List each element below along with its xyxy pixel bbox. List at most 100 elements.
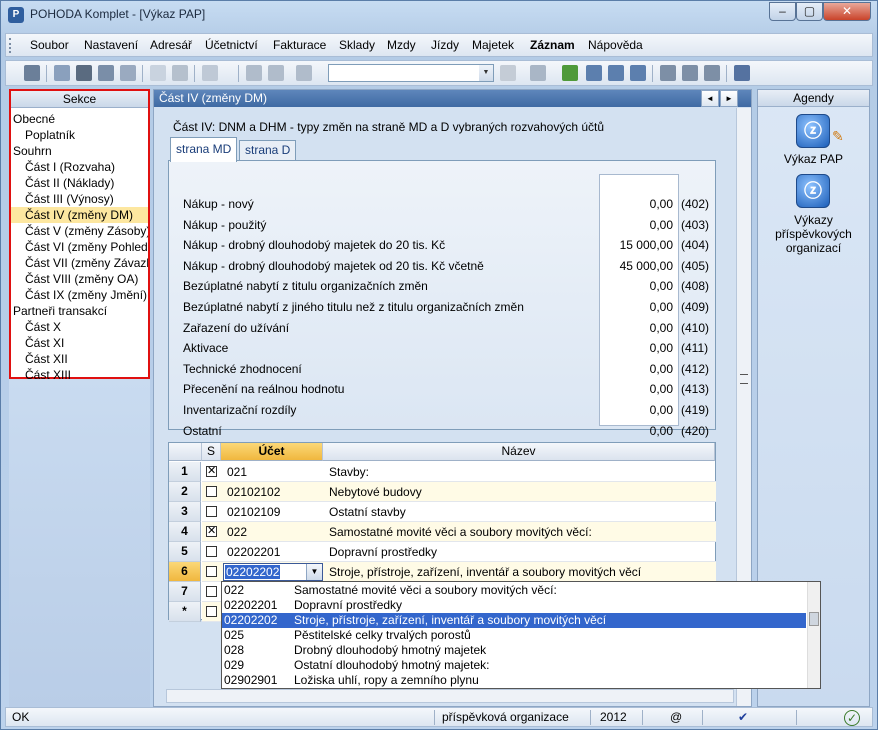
prev-section-button[interactable]: ◄ <box>701 90 719 107</box>
menu-ucetnictvi[interactable]: Účetnictví <box>205 38 258 52</box>
cell-ucet[interactable]: 02102102 <box>227 482 280 502</box>
vykazy-po-icon[interactable]: ⓩ <box>796 174 830 208</box>
sidebar-item[interactable]: Poplatník <box>11 127 148 143</box>
row-checkbox[interactable] <box>206 586 217 597</box>
dropdown-option[interactable]: 025 Pěstitelské celky trvalých porostů <box>222 628 806 643</box>
menu-nastaveni[interactable]: Nastavení <box>84 38 138 52</box>
sidebar-item[interactable]: Část X <box>11 319 148 335</box>
sidebar-item[interactable]: Část XII <box>11 351 148 367</box>
dropdown-option[interactable]: 02202201 Dopravní prostředky <box>222 598 806 613</box>
row-number[interactable]: 5 <box>169 542 201 562</box>
cell-ucet[interactable]: 022 <box>227 522 247 542</box>
new-record-icon[interactable] <box>150 65 166 81</box>
menu-jizdy[interactable]: Jízdy <box>431 38 459 52</box>
row-checkbox[interactable] <box>206 566 217 577</box>
menu-soubor[interactable]: Soubor <box>30 38 69 52</box>
tab-strana-md[interactable]: strana MD <box>170 137 238 162</box>
agenda-vykazy-po[interactable]: Výkazy příspěvkových organizací <box>758 213 869 255</box>
sidebar-item[interactable]: Část II (Náklady) <box>11 175 148 191</box>
sidebar-item[interactable]: Partneři transakcí <box>11 303 148 319</box>
tab-strana-d[interactable]: strana D <box>239 140 297 161</box>
next-section-button[interactable]: ► <box>720 90 738 107</box>
payment-icon[interactable] <box>562 65 578 81</box>
maximize-button[interactable]: ▢ <box>796 2 823 21</box>
dropdown-scrollbar[interactable] <box>807 582 820 688</box>
copy-icon[interactable] <box>54 65 70 81</box>
cell-nazev[interactable]: Stavby: <box>329 462 369 482</box>
cell-ucet[interactable]: 02202201 <box>227 542 280 562</box>
account-combo-value[interactable]: 02202202 <box>225 565 281 579</box>
row-number[interactable]: 3 <box>169 502 201 522</box>
cell-nazev[interactable]: Samostatné movité věci a soubory movitýc… <box>329 522 592 542</box>
report-icon[interactable] <box>704 65 720 81</box>
row-checkbox[interactable]: ✕ <box>206 466 217 477</box>
cell-ucet[interactable]: 021 <box>227 462 247 482</box>
note-icon[interactable] <box>660 65 676 81</box>
list-icon[interactable] <box>682 65 698 81</box>
help-icon[interactable] <box>734 65 750 81</box>
row-checkbox[interactable] <box>206 546 217 557</box>
filter-icon[interactable] <box>500 65 516 81</box>
account-combo-input[interactable]: 02202202 ▼ <box>223 563 323 581</box>
field-value-input[interactable]: 0,00 <box>603 279 673 293</box>
main-horizontal-scrollbar[interactable] <box>166 689 734 703</box>
sidebar-item[interactable]: Část VI (změny Pohledávk <box>11 239 148 255</box>
row-number[interactable]: 6 <box>169 562 201 582</box>
grid-header-nazev[interactable]: Název <box>323 443 715 461</box>
sidebar-item[interactable]: Část IV (změny DM) <box>11 207 148 223</box>
cell-ucet[interactable]: 02102109 <box>227 502 280 522</box>
pohoda-app-icon[interactable]: P <box>8 7 24 23</box>
row-checkbox[interactable] <box>206 506 217 517</box>
save-icon[interactable] <box>246 65 262 81</box>
sidebar-item[interactable]: Část V (změny Zásoby) <box>11 223 148 239</box>
sidebar-item[interactable]: Část VIII (změny OA) <box>11 271 148 287</box>
minimize-button[interactable]: – <box>769 2 796 21</box>
search-combo[interactable]: ▼ <box>328 64 494 82</box>
row-number[interactable]: 2 <box>169 482 201 502</box>
cell-nazev[interactable]: Stroje, přístroje, zařízení, inventář a … <box>329 562 641 582</box>
field-value-input[interactable]: 0,00 <box>603 341 673 355</box>
field-value-input[interactable]: 0,00 <box>603 197 673 211</box>
sidebar-item[interactable]: Část III (Výnosy) <box>11 191 148 207</box>
sidebar-item[interactable]: Část I (Rozvaha) <box>11 159 148 175</box>
chevron-down-icon[interactable]: ▼ <box>306 564 322 580</box>
table-icon[interactable] <box>630 65 646 81</box>
calculator-icon[interactable] <box>586 65 602 81</box>
menu-napoveda[interactable]: Nápověda <box>588 38 643 52</box>
row-number[interactable]: 1 <box>169 462 201 482</box>
export-icon[interactable] <box>120 65 136 81</box>
back-arrow-icon[interactable] <box>202 65 218 81</box>
agenda-icon[interactable] <box>24 65 40 81</box>
grid-header-s[interactable]: S <box>202 443 221 461</box>
sidebar-item[interactable]: Část VII (změny Závazky) <box>11 255 148 271</box>
field-value-input[interactable]: 0,00 <box>603 362 673 376</box>
row-number[interactable]: 4 <box>169 522 201 542</box>
status-ok-icon[interactable]: ✓ <box>844 710 860 726</box>
menu-mzdy[interactable]: Mzdy <box>387 38 416 52</box>
duplicate-icon[interactable] <box>296 65 312 81</box>
field-value-input[interactable]: 0,00 <box>603 300 673 314</box>
field-value-input[interactable]: 0,00 <box>603 382 673 396</box>
field-value-input[interactable]: 0,00 <box>603 218 673 232</box>
account-dropdown-list[interactable]: 022 Samostatné movité věci a soubory movi… <box>221 581 821 689</box>
sidebar-item[interactable]: Souhrn <box>11 143 148 159</box>
vykaz-pap-icon[interactable]: ⓩ <box>796 114 830 148</box>
agenda-vykaz-pap[interactable]: Výkaz PAP <box>758 152 869 166</box>
cell-nazev[interactable]: Ostatní stavby <box>329 502 406 522</box>
field-value-input[interactable]: 0,00 <box>603 403 673 417</box>
print-preview-icon[interactable] <box>98 65 114 81</box>
menu-zaznam[interactable]: Záznam <box>530 38 575 52</box>
sidebar-item[interactable]: Obecné <box>11 111 148 127</box>
close-button[interactable]: ✕ <box>823 2 871 21</box>
sidebar-item[interactable]: Část XI <box>11 335 148 351</box>
cell-nazev[interactable]: Dopravní prostředky <box>329 542 437 562</box>
dropdown-option[interactable]: 02202202 Stroje, přístroje, zařízení, inv… <box>222 613 806 628</box>
dropdown-option[interactable]: 022 Samostatné movité věci a soubory movi… <box>222 583 806 598</box>
menu-sklady[interactable]: Sklady <box>339 38 375 52</box>
menu-majetek[interactable]: Majetek <box>472 38 514 52</box>
field-value-input[interactable]: 0,00 <box>603 424 673 438</box>
menu-grip-icon[interactable] <box>9 38 12 53</box>
field-value-input[interactable]: 15 000,00 <box>603 238 673 252</box>
table-row[interactable] <box>202 462 716 482</box>
dropdown-option[interactable]: 02902901 Ložiska uhlí, ropy a zemního ply… <box>222 673 806 688</box>
